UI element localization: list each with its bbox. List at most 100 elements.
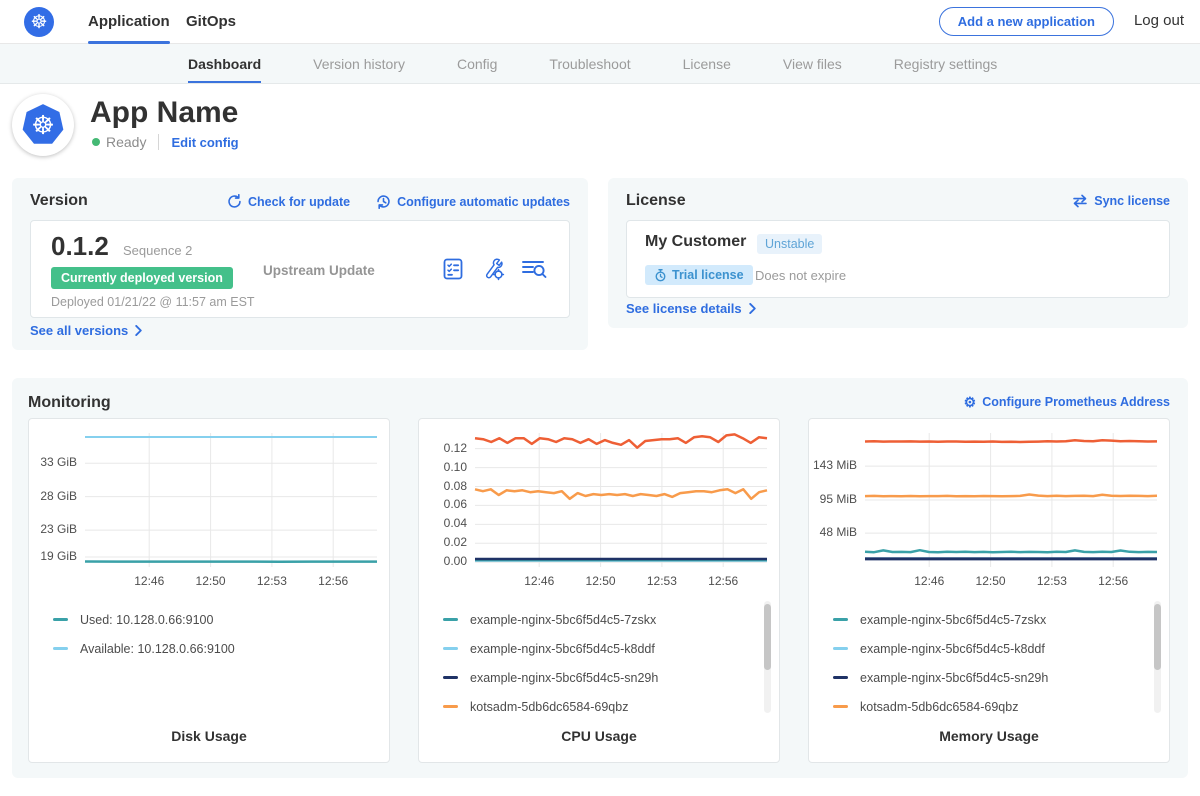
- chart-legend: example-nginx-5bc6f5d4c5-7zskx example-ng…: [833, 605, 1048, 721]
- configure-prometheus-label: Configure Prometheus Address: [982, 395, 1170, 409]
- legend-label: example-nginx-5bc6f5d4c5-k8ddf: [470, 642, 655, 656]
- legend-label: example-nginx-5bc6f5d4c5-k8ddf: [860, 642, 1045, 656]
- refresh-icon: [227, 194, 242, 209]
- subnav-tab-troubleshoot[interactable]: Troubleshoot: [549, 44, 630, 83]
- check-for-update-label: Check for update: [248, 195, 350, 209]
- subnav-tab-license[interactable]: License: [683, 44, 731, 83]
- memory-usage-plot: [865, 433, 1157, 567]
- logout-button[interactable]: Log out: [1134, 12, 1184, 29]
- legend-scrollbar-thumb[interactable]: [764, 604, 771, 670]
- see-license-details-link[interactable]: See license details: [626, 301, 758, 316]
- status-dot: [92, 138, 100, 146]
- configure-automatic-updates-link[interactable]: Configure automatic updates: [376, 194, 570, 209]
- x-axis-tick: 12:50: [970, 574, 1012, 588]
- kubernetes-logo-icon[interactable]: ☸: [24, 7, 54, 37]
- y-axis-tick: 0.04: [419, 516, 467, 530]
- license-expiry: Does not expire: [755, 268, 846, 283]
- legend-label: kotsadm-5db6dc6584-69qbz: [470, 700, 628, 714]
- legend-color-dash: [833, 676, 848, 679]
- app-sub-nav: Dashboard Version history Config Troublesho…: [0, 44, 1200, 84]
- channel-badge: Unstable: [757, 234, 822, 254]
- topnav-tab-application[interactable]: Application: [88, 0, 170, 43]
- legend-item: example-nginx-5bc6f5d4c5-7zskx: [443, 605, 658, 634]
- x-axis-tick: 12:46: [128, 574, 170, 588]
- subnav-tab-config[interactable]: Config: [457, 44, 497, 83]
- deployed-timestamp: Deployed 01/21/22 @ 11:57 am EST: [51, 295, 255, 309]
- license-type-label: Trial license: [672, 268, 744, 282]
- customer-name: My Customer: [645, 233, 746, 251]
- add-new-application-button[interactable]: Add a new application: [939, 7, 1114, 36]
- chevron-right-icon: [747, 303, 758, 314]
- legend-color-dash: [443, 647, 458, 650]
- subnav-tab-view-files[interactable]: View files: [783, 44, 842, 83]
- legend-scrollbar[interactable]: [1154, 601, 1161, 713]
- y-axis-tick: 0.08: [419, 479, 467, 493]
- legend-item: Used: 10.128.0.66:9100: [53, 605, 235, 634]
- version-source: Upstream Update: [263, 263, 375, 278]
- check-for-update-link[interactable]: Check for update: [227, 194, 350, 209]
- memory-usage-chart-card: 143 MiB95 MiB48 MiB12:4612:5012:5312:56 …: [808, 418, 1170, 763]
- x-axis-tick: 12:50: [190, 574, 232, 588]
- y-axis-tick: 28 GiB: [29, 489, 77, 503]
- see-license-details-label: See license details: [626, 301, 742, 316]
- x-axis-tick: 12:53: [641, 574, 683, 588]
- view-files-diff-icon[interactable]: [521, 257, 547, 281]
- legend-color-dash: [833, 618, 848, 621]
- topnav-tab-label: GitOps: [186, 13, 236, 30]
- sync-icon: [1072, 194, 1088, 208]
- legend-item: example-nginx-5bc6f5d4c5-sn29h: [443, 663, 658, 692]
- preflight-checks-icon[interactable]: [441, 257, 465, 281]
- stopwatch-icon: [654, 269, 667, 282]
- chart-title: CPU Usage: [419, 728, 779, 744]
- legend-item: Available: 10.128.0.66:9100: [53, 634, 235, 663]
- app-header: ☸ App Name Ready Edit config: [0, 84, 1200, 178]
- disk-usage-chart-card: 33 GiB28 GiB23 GiB19 GiB12:4612:5012:531…: [28, 418, 390, 763]
- license-row: My Customer Unstable Trial license Does …: [626, 220, 1170, 298]
- x-axis-tick: 12:46: [518, 574, 560, 588]
- edit-config-icon[interactable]: [481, 257, 505, 281]
- y-axis-tick: 0.02: [419, 535, 467, 549]
- legend-scrollbar[interactable]: [764, 601, 771, 713]
- legend-label: example-nginx-5bc6f5d4c5-7zskx: [860, 613, 1046, 627]
- x-axis-tick: 12:50: [580, 574, 622, 588]
- configure-prometheus-link[interactable]: ⚙ Configure Prometheus Address: [964, 395, 1170, 409]
- see-all-versions-link[interactable]: See all versions: [30, 323, 144, 338]
- chart-title: Memory Usage: [809, 728, 1169, 744]
- y-axis-tick: 0.06: [419, 497, 467, 511]
- y-axis-tick: 95 MiB: [809, 492, 857, 506]
- subnav-tab-version-history[interactable]: Version history: [313, 44, 405, 83]
- gear-icon: ⚙: [964, 395, 977, 409]
- legend-color-dash: [53, 618, 68, 621]
- sync-license-link[interactable]: Sync license: [1072, 194, 1170, 208]
- y-axis-tick: 143 MiB: [809, 458, 857, 472]
- edit-config-link[interactable]: Edit config: [171, 135, 238, 150]
- license-type-badge: Trial license: [645, 265, 753, 285]
- legend-color-dash: [833, 705, 848, 708]
- topnav-tab-label: Application: [88, 13, 170, 30]
- app-avatar: ☸: [12, 94, 74, 156]
- legend-label: example-nginx-5bc6f5d4c5-7zskx: [470, 613, 656, 627]
- current-version-row: 0.1.2 Sequence 2 Currently deployed vers…: [30, 220, 570, 318]
- version-number: 0.1.2: [51, 231, 109, 262]
- monitoring-title: Monitoring: [28, 394, 111, 412]
- x-axis-tick: 12:56: [312, 574, 354, 588]
- sync-license-label: Sync license: [1094, 194, 1170, 208]
- license-card: License Sync license My Customer Unstabl…: [608, 178, 1188, 328]
- legend-color-dash: [443, 676, 458, 679]
- status-text: Ready: [106, 134, 146, 150]
- legend-item: example-nginx-5bc6f5d4c5-sn29h: [833, 663, 1048, 692]
- subnav-tab-registry-settings[interactable]: Registry settings: [894, 44, 997, 83]
- legend-scrollbar-thumb[interactable]: [1154, 604, 1161, 670]
- y-axis-tick: 0.00: [419, 554, 467, 568]
- topnav-tab-gitops[interactable]: GitOps: [186, 0, 236, 43]
- legend-item: kotsadm-5db6dc6584-69qbz: [833, 692, 1048, 721]
- subnav-tab-dashboard[interactable]: Dashboard: [188, 44, 261, 83]
- configure-automatic-updates-label: Configure automatic updates: [397, 195, 570, 209]
- monitoring-section: Monitoring ⚙ Configure Prometheus Addres…: [12, 378, 1188, 778]
- version-card: Version Check for update Configure autom…: [12, 178, 588, 350]
- y-axis-tick: 19 GiB: [29, 549, 77, 563]
- cpu-usage-plot: [475, 433, 767, 567]
- version-card-title: Version: [30, 192, 88, 210]
- legend-color-dash: [443, 618, 458, 621]
- kubernetes-wheel-icon: ☸: [31, 112, 54, 138]
